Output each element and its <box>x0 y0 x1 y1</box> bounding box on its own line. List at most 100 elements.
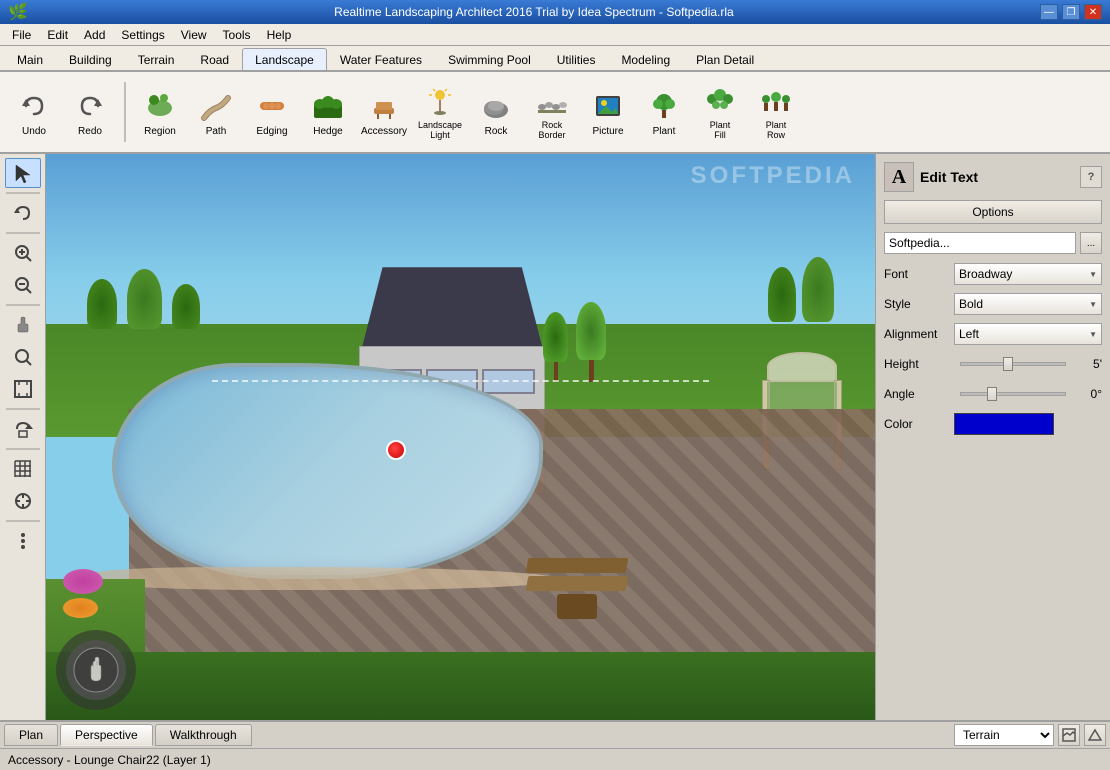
tab-swimming-pool[interactable]: Swimming Pool <box>435 48 544 70</box>
navigation-compass[interactable] <box>56 630 136 710</box>
edging-button[interactable]: Edging <box>246 77 298 147</box>
undo-view-button[interactable] <box>5 198 41 228</box>
tab-road[interactable]: Road <box>187 48 242 70</box>
height-slider-thumb[interactable] <box>1003 357 1013 371</box>
viewport[interactable]: SOFTPEDIA <box>46 154 875 720</box>
hedge-button[interactable]: Hedge <box>302 77 354 147</box>
text-position-indicator <box>212 380 709 382</box>
select-tool-button[interactable] <box>5 158 41 188</box>
picture-button[interactable]: Picture <box>582 77 634 147</box>
landscape-light-icon <box>422 83 458 119</box>
plant-row-button[interactable]: PlantRow <box>750 77 802 147</box>
zoom-in-button[interactable] <box>5 238 41 268</box>
browse-button[interactable]: ... <box>1080 232 1102 254</box>
style-dropdown-arrow: ▼ <box>1089 300 1097 309</box>
fit-view-button[interactable] <box>5 374 41 404</box>
terrain-select[interactable]: Terrain All Layers Layer 1 <box>954 724 1054 746</box>
help-button[interactable]: ? <box>1080 166 1102 188</box>
flowers-left <box>63 569 103 618</box>
plant-icon <box>646 88 682 124</box>
text-value-input[interactable] <box>884 232 1076 254</box>
landscape-light-label: LandscapeLight <box>418 121 462 141</box>
tab-plan-detail[interactable]: Plan Detail <box>683 48 767 70</box>
path-button[interactable]: Path <box>190 77 242 147</box>
height-slider-track[interactable] <box>960 362 1066 366</box>
rock-border-icon <box>534 83 570 119</box>
angle-row: Angle 0° <box>884 382 1102 406</box>
rotate-view-button[interactable] <box>5 414 41 444</box>
menu-tools[interactable]: Tools <box>215 26 259 44</box>
plant-row-label: PlantRow <box>766 121 787 141</box>
path-icon <box>198 88 234 124</box>
style-label: Style <box>884 297 954 311</box>
grid-button[interactable] <box>5 454 41 484</box>
tab-water-features[interactable]: Water Features <box>327 48 435 70</box>
alignment-dropdown[interactable]: Left ▼ <box>954 323 1102 345</box>
tab-main[interactable]: Main <box>4 48 56 70</box>
rock-border-button[interactable]: RockBorder <box>526 77 578 147</box>
undo-button[interactable]: Undo <box>8 77 60 147</box>
menu-help[interactable]: Help <box>259 26 300 44</box>
left-separator-1 <box>6 192 40 194</box>
tab-landscape[interactable]: Landscape <box>242 48 327 70</box>
hedge-icon <box>310 88 346 124</box>
terrain-icon-btn-1[interactable] <box>1058 724 1080 746</box>
color-label: Color <box>884 417 954 431</box>
style-dropdown[interactable]: Bold ▼ <box>954 293 1102 315</box>
snap-button[interactable] <box>5 486 41 516</box>
font-dropdown[interactable]: Broadway ▼ <box>954 263 1102 285</box>
tab-utilities[interactable]: Utilities <box>544 48 609 70</box>
angle-slider-track[interactable] <box>960 392 1066 396</box>
house-trees <box>543 312 606 382</box>
zoom-area-button[interactable] <box>5 342 41 372</box>
pan-button[interactable] <box>5 310 41 340</box>
tab-plan[interactable]: Plan <box>4 724 58 746</box>
panel-header: A Edit Text ? <box>884 162 1102 192</box>
menu-file[interactable]: File <box>4 26 39 44</box>
rock-label: Rock <box>485 126 508 137</box>
picture-label: Picture <box>592 126 623 137</box>
region-icon <box>142 88 178 124</box>
tab-perspective[interactable]: Perspective <box>60 724 153 746</box>
plant-row-icon <box>758 83 794 119</box>
menu-edit[interactable]: Edit <box>39 26 76 44</box>
hedge-label: Hedge <box>313 126 342 137</box>
left-separator-6 <box>6 520 40 522</box>
landscape-light-button[interactable]: LandscapeLight <box>414 77 466 147</box>
plant-button[interactable]: Plant <box>638 77 690 147</box>
rock-icon <box>478 88 514 124</box>
region-button[interactable]: Region <box>134 77 186 147</box>
watermark: SOFTPEDIA <box>691 162 855 190</box>
compass-inner <box>66 640 126 700</box>
plant-fill-button[interactable]: PlantFill <box>694 77 746 147</box>
plant-fill-icon <box>702 83 738 119</box>
house-roof <box>336 267 568 358</box>
accessory-icon <box>366 88 402 124</box>
restore-button[interactable]: ❐ <box>1062 4 1080 20</box>
zoom-out-button[interactable] <box>5 270 41 300</box>
angle-slider-thumb[interactable] <box>987 387 997 401</box>
redo-button[interactable]: Redo <box>64 77 116 147</box>
redo-label: Redo <box>78 126 102 137</box>
color-swatch[interactable] <box>954 413 1054 435</box>
text-value-row: ... <box>884 232 1102 254</box>
accessory-button[interactable]: Accessory <box>358 77 410 147</box>
font-row: Font Broadway ▼ <box>884 262 1102 286</box>
left-separator-4 <box>6 408 40 410</box>
edit-text-icon: A <box>884 162 914 192</box>
tab-modeling[interactable]: Modeling <box>608 48 683 70</box>
tab-terrain[interactable]: Terrain <box>125 48 188 70</box>
close-button[interactable]: ✕ <box>1084 4 1102 20</box>
menu-view[interactable]: View <box>173 26 215 44</box>
minimize-button[interactable]: — <box>1040 4 1058 20</box>
more-settings-button[interactable] <box>5 526 41 556</box>
terrain-icon-btn-2[interactable] <box>1084 724 1106 746</box>
rock-button[interactable]: Rock <box>470 77 522 147</box>
right-panel: A Edit Text ? Options ... Font Broadway … <box>875 154 1110 720</box>
tab-walkthrough[interactable]: Walkthrough <box>155 724 252 746</box>
path-label: Path <box>206 126 227 137</box>
options-button[interactable]: Options <box>884 200 1102 224</box>
tab-building[interactable]: Building <box>56 48 125 70</box>
menu-add[interactable]: Add <box>76 26 113 44</box>
menu-settings[interactable]: Settings <box>113 26 172 44</box>
